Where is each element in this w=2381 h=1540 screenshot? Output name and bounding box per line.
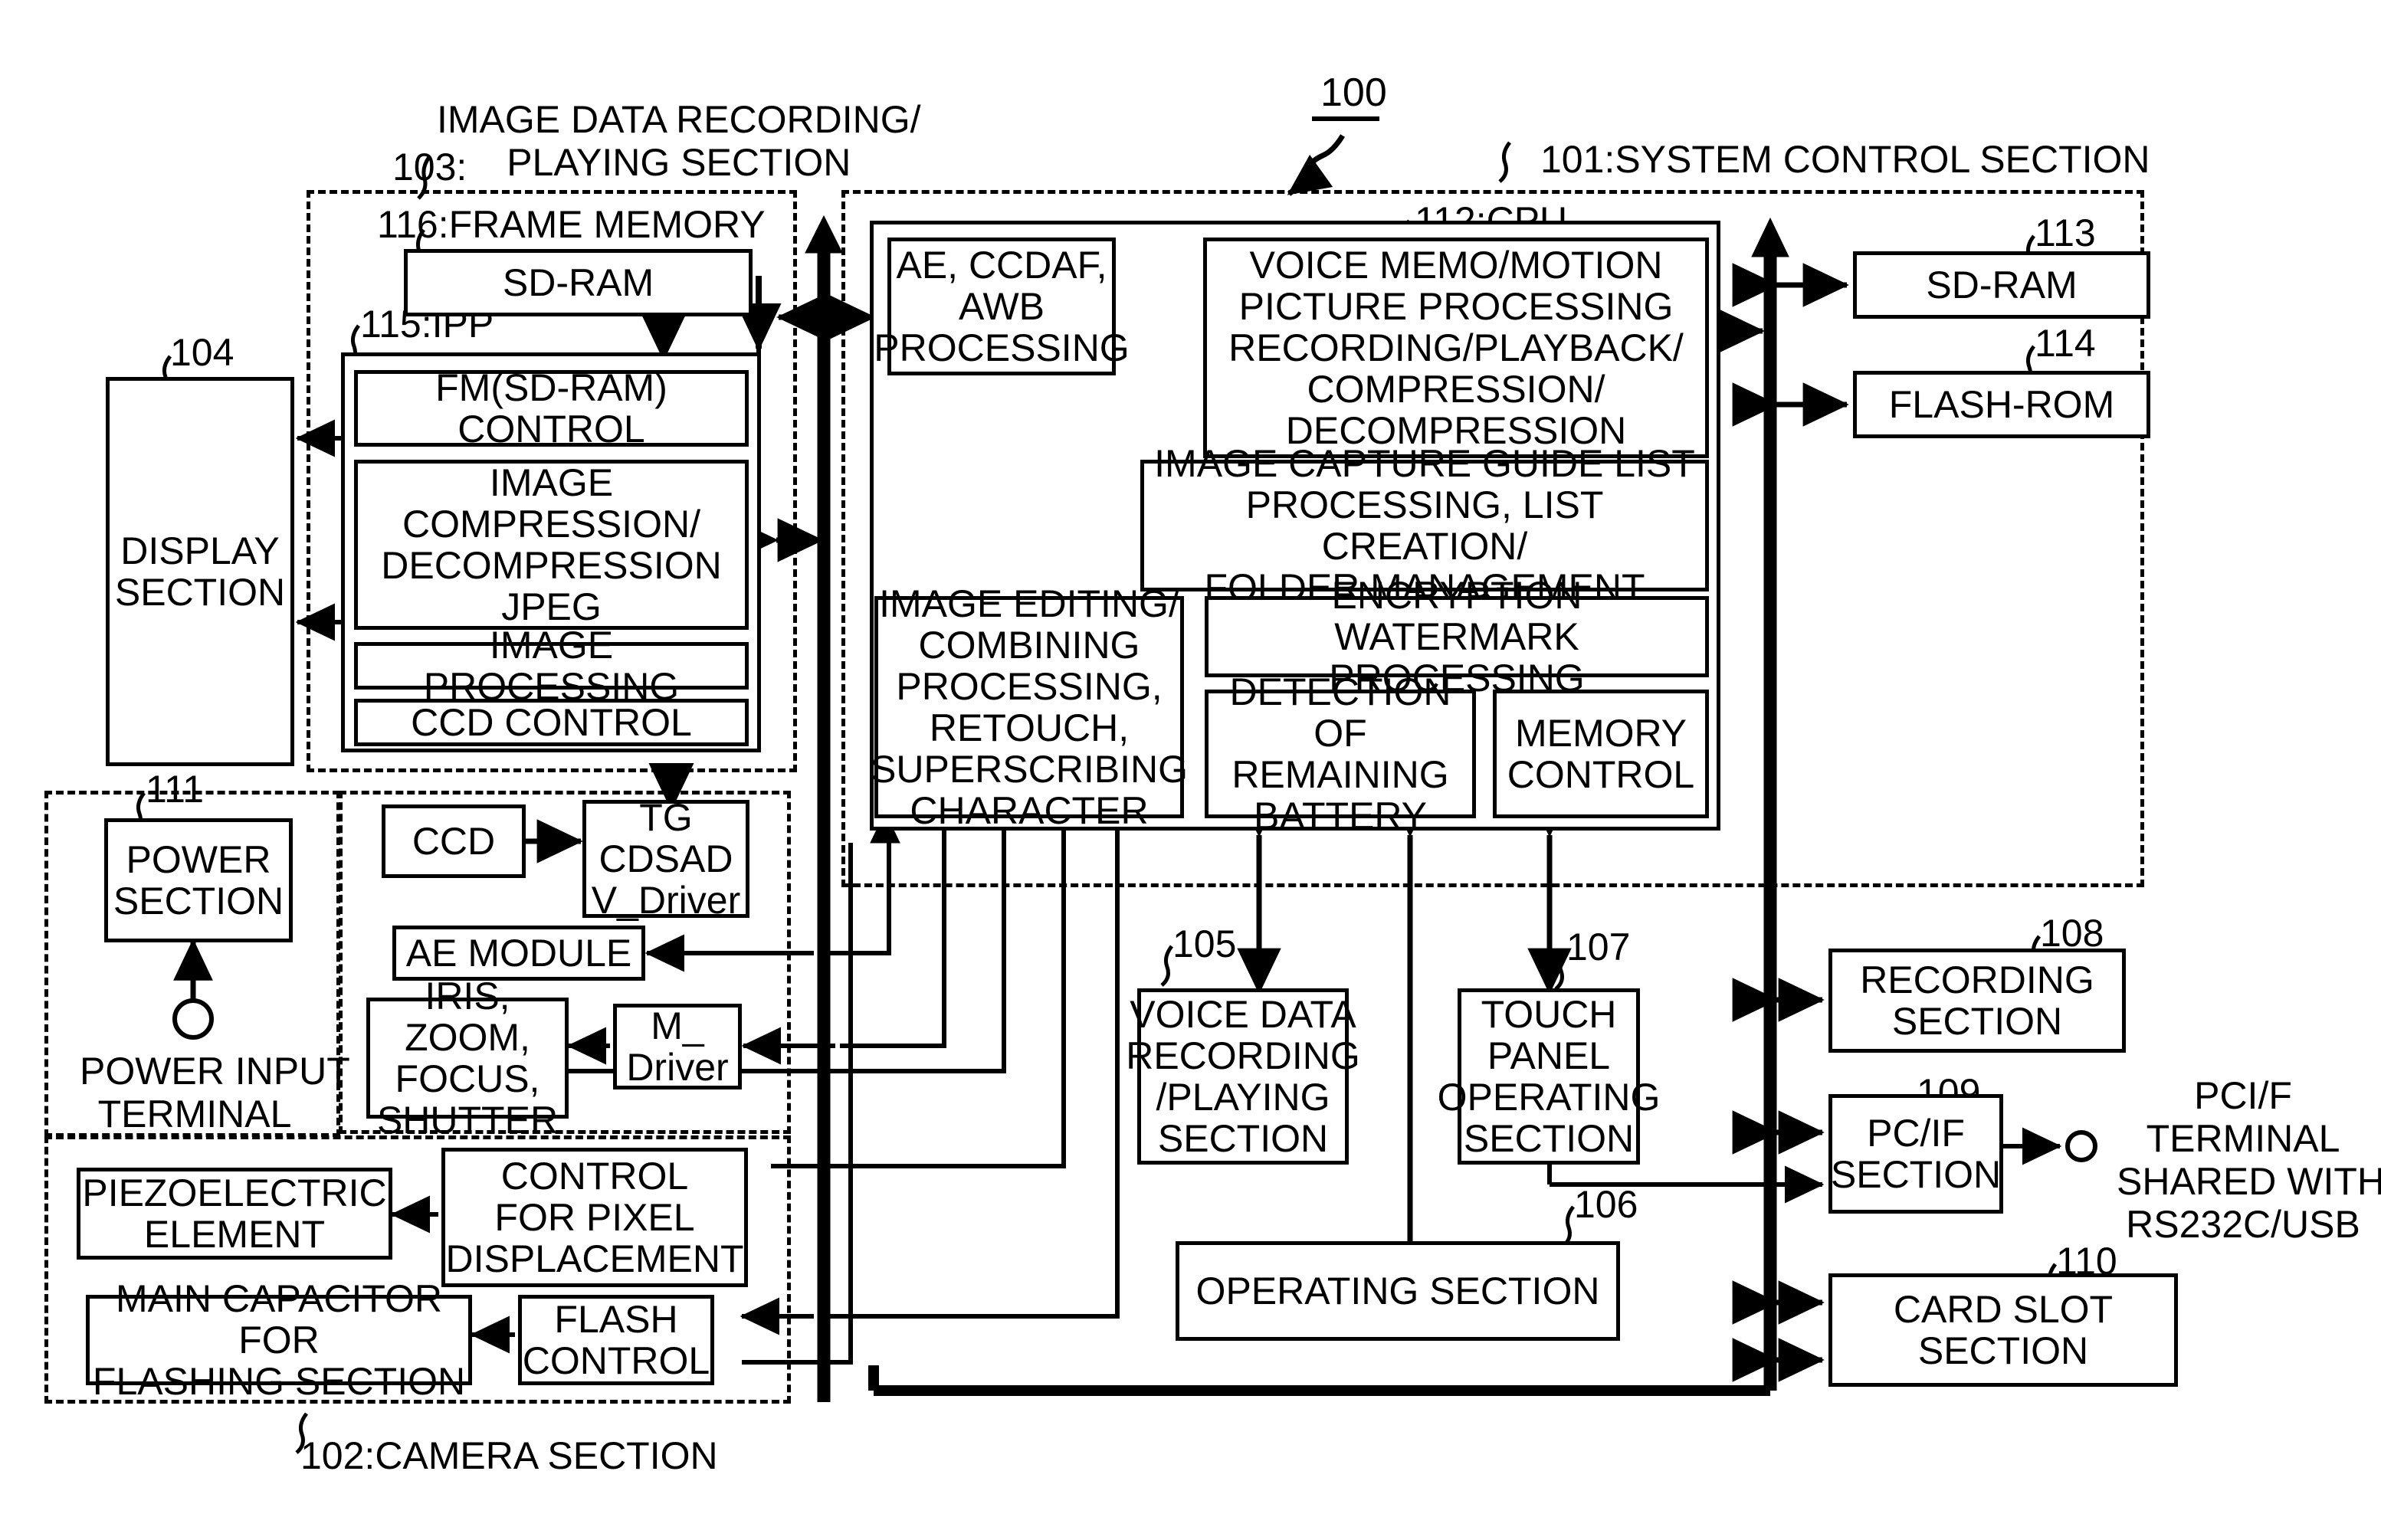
- sdram-frame-memory-box[interactable]: SD-RAM: [404, 249, 753, 316]
- ref-113-label: 113: [2035, 211, 2096, 254]
- ae-module-box[interactable]: AE MODULE: [392, 926, 645, 981]
- fm-sdram-control-box[interactable]: FM(SD-RAM) CONTROL: [354, 367, 749, 450]
- main-capacitor-flashing-box[interactable]: MAIN CAPACITOR FOR FLASHING SECTION: [86, 1278, 472, 1402]
- recording-section-box[interactable]: RECORDING SECTION: [1828, 949, 2126, 1053]
- m-driver-box[interactable]: M_ Driver: [613, 1004, 742, 1089]
- control-for-pixel-displacement-box[interactable]: CONTROL FOR PIXEL DISPLACEMENT: [441, 1148, 748, 1287]
- ref-100-label: 100: [1320, 70, 1387, 115]
- patent-block-diagram: 100 IMAGE DATA RECORDING/ PLAYING SECTIO…: [0, 0, 2381, 1540]
- voice-memo-motion-picture-box[interactable]: VOICE MEMO/MOTION PICTURE PROCESSING REC…: [1203, 238, 1709, 458]
- flash-rom-box[interactable]: FLASH-ROM: [1853, 371, 2150, 438]
- ccd-control-box[interactable]: CCD CONTROL: [354, 699, 749, 746]
- image-processing-box[interactable]: IMAGE PROCESSING: [354, 624, 749, 707]
- touch-panel-operating-box[interactable]: TOUCH PANEL OPERATING SECTION: [1438, 988, 1660, 1165]
- ref-114-label: 114: [2035, 322, 2096, 365]
- ref-103-label: 103:: [392, 146, 467, 188]
- power-section-box[interactable]: POWER SECTION: [104, 818, 293, 942]
- memory-control-box[interactable]: MEMORY CONTROL: [1493, 690, 1709, 818]
- display-section-box[interactable]: DISPLAY SECTION: [106, 377, 294, 766]
- ref-105-label: 105: [1172, 922, 1237, 965]
- detection-remaining-battery-box[interactable]: DETECTION OF REMAINING BATTERY: [1205, 671, 1476, 837]
- pc-if-section-box[interactable]: PC/IF SECTION: [1828, 1094, 2003, 1214]
- piezoelectric-element-box[interactable]: PIEZOELECTRIC ELEMENT: [77, 1168, 392, 1260]
- system-control-section-label: 101:SYSTEM CONTROL SECTION: [1540, 138, 2150, 181]
- ccd-box[interactable]: CCD: [382, 804, 526, 878]
- card-slot-section-box[interactable]: CARD SLOT SECTION: [1828, 1273, 2178, 1387]
- tg-cdsad-vdriver-box[interactable]: TG CDSAD V_Driver: [582, 797, 749, 921]
- iris-zoom-focus-shutter-box[interactable]: IRIS, ZOOM, FOCUS, SHUTTER: [366, 975, 569, 1141]
- sdram-system-box[interactable]: SD-RAM: [1853, 251, 2150, 319]
- image-editing-combining-box[interactable]: IMAGE EDITING/ COMBINING PROCESSING, RET…: [871, 583, 1188, 831]
- flash-control-box[interactable]: FLASH CONTROL: [518, 1295, 714, 1385]
- image-compression-decompression-box[interactable]: IMAGE COMPRESSION/ DECOMPRESSION JPEG: [354, 460, 749, 630]
- ref-104-label: 104: [170, 331, 234, 374]
- frame-memory-label: 116:FRAME MEMORY: [377, 203, 766, 246]
- ref-106-label: 106: [1574, 1183, 1638, 1226]
- operating-section-box[interactable]: OPERATING SECTION: [1176, 1241, 1620, 1341]
- image-data-recording-title: IMAGE DATA RECORDING/ PLAYING SECTION: [437, 98, 921, 184]
- encryption-watermark-box[interactable]: ENCRYPTION WATERMARK PROCESSING: [1205, 575, 1709, 699]
- ae-ccdaf-awb-processing-box[interactable]: AE, CCDAF, AWB PROCESSING: [874, 238, 1130, 375]
- ref-107-label: 107: [1566, 926, 1631, 968]
- image-capture-guide-list-box[interactable]: IMAGE CAPTURE GUIDE LIST PROCESSING, LIS…: [1140, 443, 1709, 608]
- ref-111-label: 111: [146, 768, 205, 811]
- voice-data-recording-playing-box[interactable]: VOICE DATA RECORDING /PLAYING SECTION: [1126, 988, 1360, 1165]
- power-input-terminal-label: POWER INPUT TERMINAL: [80, 1050, 350, 1135]
- pcif-terminal-label: PCI/F TERMINAL SHARED WITH RS232C/USB: [2117, 1074, 2381, 1246]
- camera-section-label: 102:CAMERA SECTION: [300, 1434, 718, 1477]
